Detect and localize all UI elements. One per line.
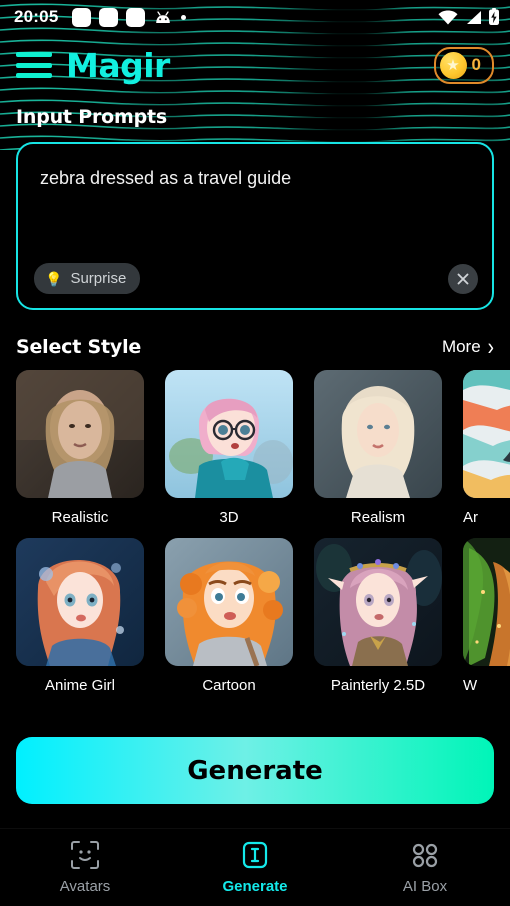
- generate-button-label: Generate: [187, 755, 323, 786]
- style-image-artistic: [463, 370, 510, 498]
- text-cursor-box-icon: [242, 841, 268, 869]
- lightbulb-icon: 💡: [45, 270, 63, 287]
- style-card-realism[interactable]: Realism: [314, 370, 442, 526]
- style-card-3d[interactable]: 3D: [165, 370, 293, 526]
- face-scan-icon: [71, 841, 99, 869]
- app-brand-title: Magir: [66, 45, 170, 85]
- style-image-3d: [165, 370, 293, 498]
- chevron-right-icon: ›: [487, 333, 494, 361]
- coin-balance-badge[interactable]: ★ 0: [433, 46, 494, 84]
- nav-item-generate[interactable]: Generate: [170, 840, 340, 895]
- close-icon: [457, 273, 469, 285]
- nav-label: Generate: [222, 878, 288, 895]
- app-header: Magir ★ 0: [0, 34, 510, 96]
- cellular-signal-icon: [467, 10, 481, 24]
- style-image-fantasy: [463, 538, 510, 666]
- style-thumbnail[interactable]: [16, 538, 144, 666]
- style-card-cartoon[interactable]: Cartoon: [165, 538, 293, 694]
- status-bar-system-icons: [438, 8, 500, 26]
- style-image-anime-girl: [16, 538, 144, 666]
- style-card-label: Cartoon: [202, 677, 256, 694]
- style-image-realism: [314, 370, 442, 498]
- style-card-realistic[interactable]: Realistic: [16, 370, 144, 526]
- nav-item-avatars[interactable]: Avatars: [0, 840, 170, 895]
- style-thumbnail[interactable]: [314, 538, 442, 666]
- style-image-cartoon: [165, 538, 293, 666]
- nav-item-ai-box[interactable]: AI Box: [340, 840, 510, 895]
- notification-square-icon: [72, 7, 92, 27]
- hamburger-menu-icon[interactable]: [16, 52, 52, 78]
- style-thumbnail[interactable]: [16, 370, 144, 498]
- style-image-realistic: [16, 370, 144, 498]
- coin-balance-count: 0: [471, 55, 481, 74]
- style-card-label: Realistic: [51, 509, 109, 526]
- more-styles-button[interactable]: More ›: [441, 333, 494, 361]
- style-card-partial-art[interactable]: Ar: [463, 370, 510, 526]
- style-thumbnail[interactable]: [463, 538, 510, 666]
- prompt-input-container[interactable]: zebra dressed as a travel guide 💡 Surpri…: [16, 142, 494, 310]
- style-card-label: 3D: [219, 509, 239, 526]
- wifi-icon: [438, 10, 458, 24]
- nav-label: Avatars: [59, 878, 111, 895]
- star-coin-icon: ★: [439, 51, 467, 79]
- clear-prompt-button[interactable]: [448, 264, 478, 294]
- app-root: 20:05 Magir ★ 0 Input Prompts zebra dres…: [0, 0, 510, 906]
- style-row: Anime Girl Cartoon Painterly 2.5D W: [16, 538, 510, 694]
- status-bar: 20:05: [0, 0, 510, 34]
- grid-four-squares-icon: [412, 843, 438, 868]
- style-card-label: Ar: [463, 509, 478, 526]
- prompt-input-text[interactable]: zebra dressed as a travel guide: [40, 166, 470, 190]
- style-thumbnail[interactable]: [314, 370, 442, 498]
- battery-charging-icon: [489, 8, 499, 25]
- select-style-title: Select Style: [16, 336, 142, 358]
- style-image-painterly: [314, 538, 442, 666]
- style-card-partial-w[interactable]: W: [463, 538, 510, 694]
- nav-label: AI Box: [402, 878, 448, 895]
- style-card-label: Realism: [350, 509, 406, 526]
- status-bar-clock: 20:05: [14, 7, 59, 26]
- android-icon: [156, 10, 171, 23]
- style-card-painterly[interactable]: Painterly 2.5D: [314, 538, 442, 694]
- select-style-header: Select Style More ›: [0, 333, 510, 361]
- style-thumbnail[interactable]: [165, 370, 293, 498]
- input-prompts-title: Input Prompts: [16, 106, 167, 128]
- surprise-button-label: Surprise: [70, 270, 127, 287]
- style-row: Realistic 3D Realism Ar: [16, 370, 510, 526]
- style-thumbnail[interactable]: [463, 370, 510, 498]
- style-grid: Realistic 3D Realism Ar Anime Girl Carto…: [0, 370, 510, 694]
- status-bar-notifications: [72, 7, 187, 27]
- dot-icon: [181, 14, 187, 20]
- generate-button[interactable]: Generate: [16, 737, 494, 804]
- notification-square-icon: [126, 7, 146, 27]
- input-prompts-header: Input Prompts: [0, 106, 510, 128]
- notification-square-icon: [99, 7, 119, 27]
- style-card-label: W: [463, 677, 478, 694]
- style-card-label: Anime Girl: [44, 677, 115, 694]
- style-thumbnail[interactable]: [165, 538, 293, 666]
- more-styles-label: More: [441, 337, 481, 356]
- bottom-navigation: Avatars Generate AI Box: [0, 828, 510, 906]
- style-card-anime-girl[interactable]: Anime Girl: [16, 538, 144, 694]
- style-card-label: Painterly 2.5D: [330, 677, 426, 694]
- surprise-button[interactable]: 💡 Surprise: [34, 263, 141, 294]
